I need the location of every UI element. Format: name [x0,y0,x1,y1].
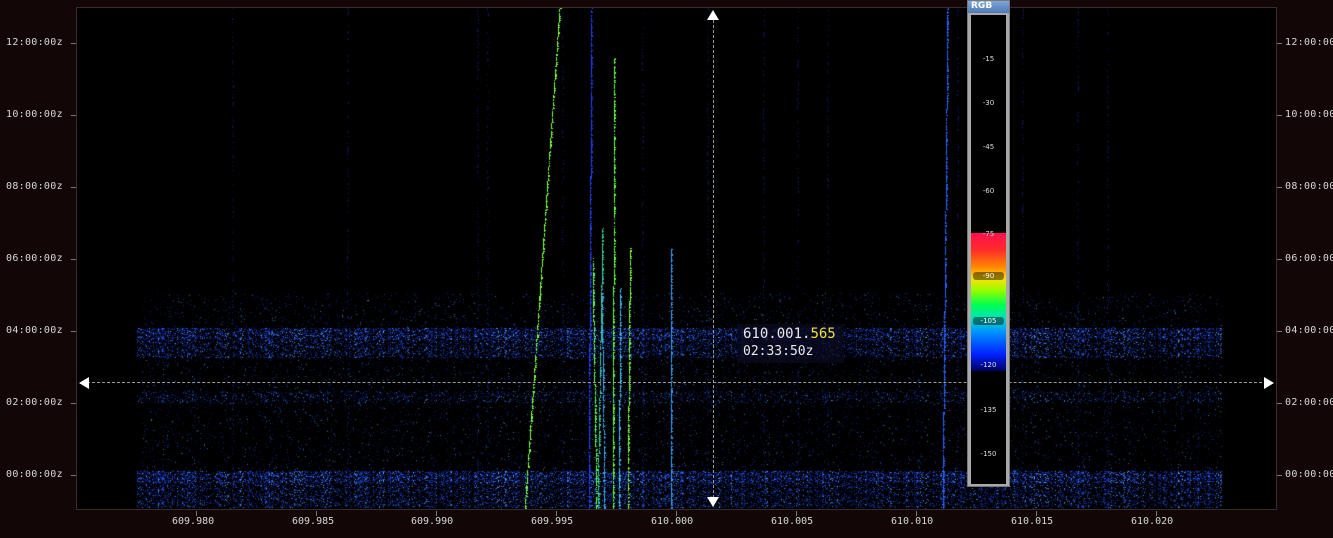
y-tick [1277,187,1282,188]
time-label-left: 06:00:00z [6,253,63,264]
time-label-right: 04:00:00z [1285,325,1333,336]
waterfall-canvas[interactable] [77,8,1276,509]
time-label-left: 12:00:00z [6,37,63,48]
color-scale-level: -75 [982,230,995,238]
x-tick [316,511,317,516]
color-scale-level: -150 [980,450,997,458]
freq-label: 610.020 [1131,516,1174,527]
freq-cursor-down-arrow-icon[interactable] [707,497,719,507]
time-label-right: 12:00:00z [1285,37,1333,48]
x-tick [676,511,677,516]
freq-label: 610.010 [891,516,934,527]
cursor-readout: 610.001.565 02:33:50z [737,324,844,363]
freq-label: 610.005 [771,516,814,527]
cursor-frequency-khz: 610.001. [743,326,811,342]
freq-cursor-up-arrow-icon[interactable] [707,10,719,20]
color-scale-level: -30 [982,99,995,107]
color-scale-level: -15 [982,55,995,63]
time-label-left: 04:00:00z [6,325,63,336]
x-tick [916,511,917,516]
freq-label: 609.980 [172,516,215,527]
x-tick [436,511,437,516]
y-tick [1277,475,1282,476]
y-tick [71,43,76,44]
time-cursor-left-arrow-icon[interactable] [79,377,89,389]
time-cursor-line[interactable] [87,382,1267,383]
color-scale-level: -60 [982,187,995,195]
time-label-left: 08:00:00z [6,181,63,192]
freq-label: 609.985 [292,516,335,527]
y-tick [1277,259,1282,260]
y-tick [71,403,76,404]
time-label-left: 02:00:00z [6,397,63,408]
cursor-frequency-hz: 565 [810,326,836,342]
color-scale-level: -105 [973,317,1004,325]
time-label-right: 02:00:00z [1285,397,1333,408]
cursor-frequency: 610.001.565 [743,326,836,342]
x-tick [1036,511,1037,516]
x-tick [556,511,557,516]
color-scale-title[interactable]: RGB [968,1,1009,13]
x-tick [196,511,197,516]
x-tick [796,511,797,516]
waterfall-plot[interactable] [76,7,1277,510]
freq-label: 610.000 [651,516,694,527]
color-scale-level: -135 [980,406,997,414]
time-label-left: 10:00:00z [6,109,63,120]
time-label-right: 00:00:00z [1285,469,1333,480]
color-scale-gradient [971,233,1006,371]
time-cursor-right-arrow-icon[interactable] [1264,377,1274,389]
freq-label: 609.995 [531,516,574,527]
y-tick [1277,403,1282,404]
y-tick [71,331,76,332]
freq-label: 610.015 [1011,516,1054,527]
freq-cursor-line[interactable] [713,20,714,498]
x-tick [1156,511,1157,516]
color-scale-level: -120 [980,361,997,369]
time-label-left: 00:00:00z [6,469,63,480]
freq-label: 609.990 [411,516,454,527]
color-scale-legend[interactable]: RGB -15 -30 -45 -60 -75 -90 -105 -120 -1… [967,0,1010,487]
y-tick [1277,331,1282,332]
y-tick [1277,115,1282,116]
y-tick [71,115,76,116]
time-label-right: 06:00:00z [1285,253,1333,264]
y-tick [71,187,76,188]
y-tick [71,475,76,476]
y-tick [1277,43,1282,44]
color-scale-bar: -15 -30 -45 -60 -75 -90 -105 -120 -135 -… [971,15,1006,484]
color-scale-level: -45 [982,143,995,151]
time-label-right: 08:00:00z [1285,181,1333,192]
time-label-right: 10:00:00z [1285,109,1333,120]
y-tick [71,259,76,260]
cursor-time: 02:33:50z [743,344,814,359]
color-scale-level: -90 [973,272,1004,280]
